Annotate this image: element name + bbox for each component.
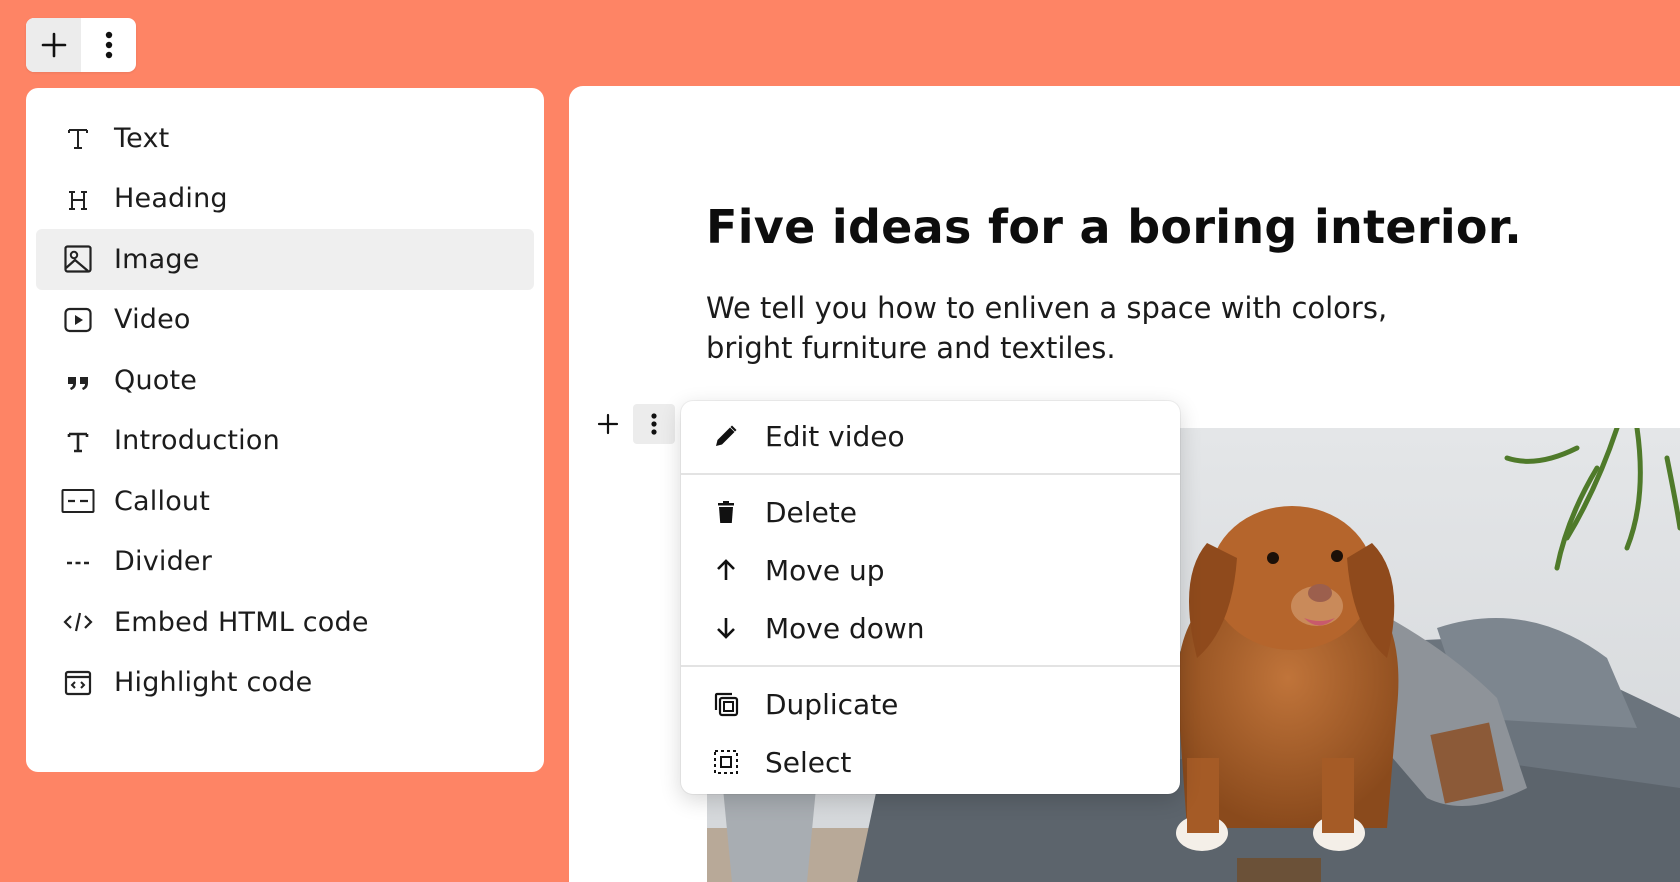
menu-item-label: Quote xyxy=(114,364,198,396)
menu-item-video[interactable]: Video xyxy=(36,290,534,351)
ctx-item-label: Move down xyxy=(765,611,925,645)
menu-divider xyxy=(681,665,1180,667)
duplicate-menu-item[interactable]: Duplicate xyxy=(681,675,1180,733)
menu-item-heading[interactable]: Heading xyxy=(36,169,534,230)
select-icon xyxy=(711,747,741,777)
menu-item-label: Heading xyxy=(114,183,228,215)
block-toolbar xyxy=(26,18,136,72)
quote-icon xyxy=(60,362,96,398)
menu-item-label: Callout xyxy=(114,485,211,517)
block-options-button[interactable] xyxy=(633,404,675,444)
block-handle xyxy=(593,404,675,444)
edit-video-menu-item[interactable]: Edit video xyxy=(681,407,1180,465)
article-title[interactable]: Five ideas for a boring interior. xyxy=(706,200,1522,254)
add-block-button[interactable] xyxy=(593,404,623,444)
select-menu-item[interactable]: Select xyxy=(681,733,1180,791)
highlight-code-icon xyxy=(60,665,96,701)
introduction-icon xyxy=(60,423,96,459)
plus-icon xyxy=(597,413,619,435)
move-down-menu-item[interactable]: Move down xyxy=(681,599,1180,657)
menu-item-label: Divider xyxy=(114,546,213,578)
menu-item-callout[interactable]: Callout xyxy=(36,471,534,532)
menu-item-introduction[interactable]: Introduction xyxy=(36,411,534,472)
pencil-icon xyxy=(711,421,741,451)
menu-item-text[interactable]: Text xyxy=(36,108,534,169)
menu-item-label: Embed HTML code xyxy=(114,606,369,638)
divider-icon xyxy=(60,544,96,580)
block-context-menu: Edit video Delete Move up Move down Dupl… xyxy=(681,401,1180,794)
menu-item-divider[interactable]: Divider xyxy=(36,532,534,593)
menu-item-embed-html[interactable]: Embed HTML code xyxy=(36,592,534,653)
menu-item-image[interactable]: Image xyxy=(36,229,534,290)
ctx-item-label: Edit video xyxy=(765,419,905,453)
text-icon xyxy=(60,120,96,156)
block-type-menu: Text Heading Image Video Quote Introduct… xyxy=(26,88,544,772)
trash-icon xyxy=(711,497,741,527)
arrow-up-icon xyxy=(711,555,741,585)
article-lead[interactable]: We tell you how to enliven a space with … xyxy=(706,288,1466,368)
video-icon xyxy=(60,302,96,338)
menu-item-quote[interactable]: Quote xyxy=(36,350,534,411)
ctx-item-label: Delete xyxy=(765,495,857,529)
heading-icon xyxy=(60,181,96,217)
delete-menu-item[interactable]: Delete xyxy=(681,483,1180,541)
ctx-item-label: Select xyxy=(765,745,852,779)
vertical-dots-icon xyxy=(105,31,112,59)
plus-icon xyxy=(41,32,66,58)
vertical-dots-icon xyxy=(651,413,657,435)
menu-item-label: Introduction xyxy=(114,425,280,457)
ctx-item-label: Move up xyxy=(765,553,885,587)
arrow-down-icon xyxy=(711,613,741,643)
menu-item-label: Image xyxy=(114,243,200,275)
more-options-button[interactable] xyxy=(81,18,136,72)
menu-item-highlight-code[interactable]: Highlight code xyxy=(36,653,534,714)
menu-item-label: Video xyxy=(114,304,191,336)
image-icon xyxy=(60,241,96,277)
move-up-menu-item[interactable]: Move up xyxy=(681,541,1180,599)
menu-divider xyxy=(681,473,1180,475)
menu-item-label: Text xyxy=(114,122,170,154)
menu-item-label: Highlight code xyxy=(114,667,313,699)
add-block-button[interactable] xyxy=(26,18,81,72)
embed-code-icon xyxy=(60,604,96,640)
duplicate-icon xyxy=(711,689,741,719)
ctx-item-label: Duplicate xyxy=(765,687,899,721)
callout-icon xyxy=(60,483,96,519)
